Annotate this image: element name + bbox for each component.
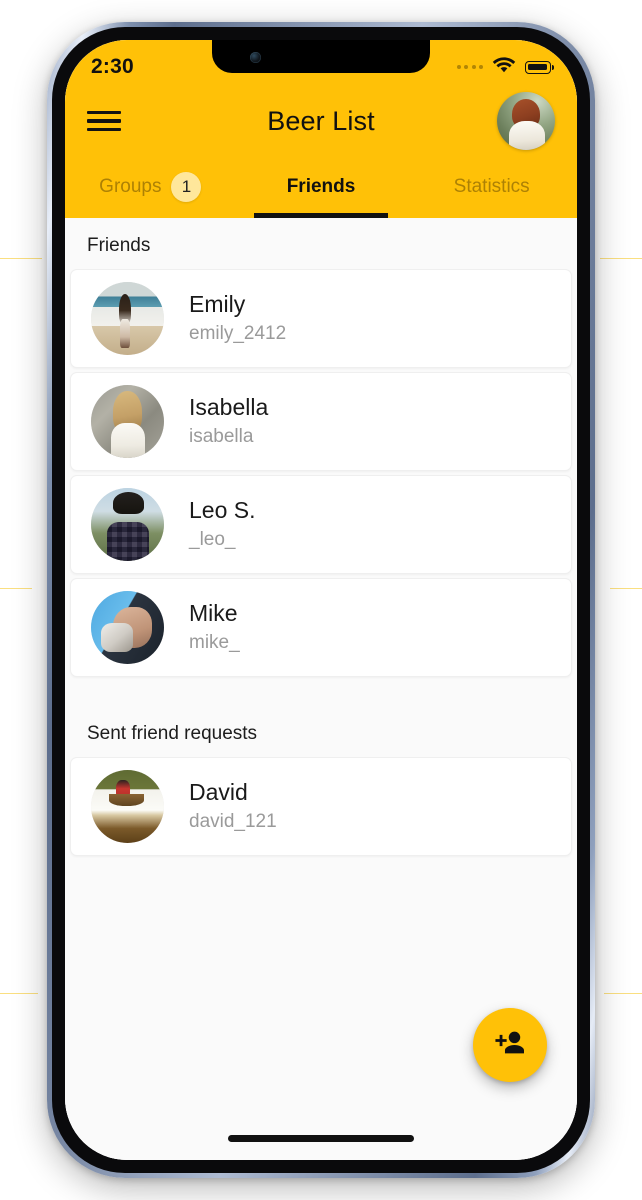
add-friend-button[interactable] bbox=[473, 1008, 547, 1082]
registration-mark bbox=[604, 993, 642, 994]
friend-handle: mike_ bbox=[189, 632, 240, 654]
list-item[interactable]: David david_121 bbox=[70, 757, 572, 856]
friend-name: Mike bbox=[189, 600, 238, 627]
phone-screen: 2:30 Beer List Groups 1 Friends Statisti… bbox=[65, 40, 577, 1160]
status-badge: 1 bbox=[171, 172, 202, 202]
friend-name: Leo S. bbox=[189, 497, 256, 524]
phone-frame: 2:30 Beer List Groups 1 Friends Statisti… bbox=[47, 22, 595, 1178]
list-item-text: Isabella isabella bbox=[189, 393, 268, 449]
friend-handle: isabella bbox=[189, 426, 254, 448]
tab-bar: Groups 1 Friends Statistics bbox=[65, 156, 577, 218]
friend-handle: _leo_ bbox=[189, 529, 236, 551]
registration-mark bbox=[0, 588, 32, 589]
app-root: 2:30 Beer List Groups 1 Friends Statisti… bbox=[65, 40, 577, 1160]
avatar bbox=[91, 488, 164, 561]
tab-label: Groups bbox=[99, 176, 162, 197]
friend-handle: emily_2412 bbox=[189, 323, 287, 345]
avatar-image bbox=[497, 92, 555, 150]
status-time: 2:30 bbox=[91, 55, 134, 78]
registration-mark bbox=[610, 588, 642, 589]
friend-name: Isabella bbox=[189, 394, 269, 421]
avatar-image bbox=[91, 591, 164, 664]
list-item[interactable]: Leo S. _leo_ bbox=[70, 475, 572, 574]
registration-mark bbox=[0, 993, 38, 994]
friend-name: Emily bbox=[189, 291, 246, 318]
battery-full-icon bbox=[525, 60, 554, 74]
tab-statistics[interactable]: Statistics bbox=[406, 156, 577, 218]
avatar bbox=[91, 282, 164, 355]
list-item-text: David david_121 bbox=[189, 778, 277, 834]
front-camera-icon bbox=[250, 52, 261, 63]
registration-mark bbox=[600, 258, 642, 259]
phone-bezel: 2:30 Beer List Groups 1 Friends Statisti… bbox=[52, 27, 590, 1173]
hamburger-menu-icon[interactable] bbox=[87, 108, 121, 134]
list-item[interactable]: Emily emily_2412 bbox=[70, 269, 572, 368]
status-indicators bbox=[456, 56, 554, 79]
friend-name: David bbox=[189, 779, 248, 806]
registration-mark bbox=[0, 258, 42, 259]
avatar bbox=[91, 770, 164, 843]
friend-handle: david_121 bbox=[189, 811, 277, 833]
section-header-friends: Friends bbox=[87, 235, 151, 256]
avatar[interactable] bbox=[497, 92, 555, 150]
avatar bbox=[91, 591, 164, 664]
avatar bbox=[91, 385, 164, 458]
notch bbox=[212, 40, 430, 73]
wifi-icon bbox=[492, 56, 516, 79]
tab-friends[interactable]: Friends bbox=[236, 156, 407, 218]
person-add-icon bbox=[493, 1029, 527, 1062]
friends-list-scroll[interactable]: Friends Emily emily_2412 Isabella isabel… bbox=[65, 218, 577, 1160]
avatar-image bbox=[91, 770, 164, 843]
list-item-text: Mike mike_ bbox=[189, 599, 240, 655]
tab-label: Statistics bbox=[453, 176, 530, 197]
avatar-image bbox=[91, 488, 164, 561]
signal-dots-icon bbox=[456, 65, 483, 69]
title-bar: Beer List bbox=[65, 86, 577, 156]
list-item[interactable]: Mike mike_ bbox=[70, 578, 572, 677]
list-item-text: Emily emily_2412 bbox=[189, 290, 286, 346]
section-header-sent-requests: Sent friend requests bbox=[87, 723, 258, 744]
tab-label: Friends bbox=[286, 176, 356, 197]
tab-groups[interactable]: Groups 1 bbox=[65, 156, 236, 218]
list-item-text: Leo S. _leo_ bbox=[189, 496, 256, 552]
avatar-image bbox=[91, 282, 164, 355]
avatar-image bbox=[91, 385, 164, 458]
home-indicator bbox=[228, 1135, 414, 1142]
list-item[interactable]: Isabella isabella bbox=[70, 372, 572, 471]
